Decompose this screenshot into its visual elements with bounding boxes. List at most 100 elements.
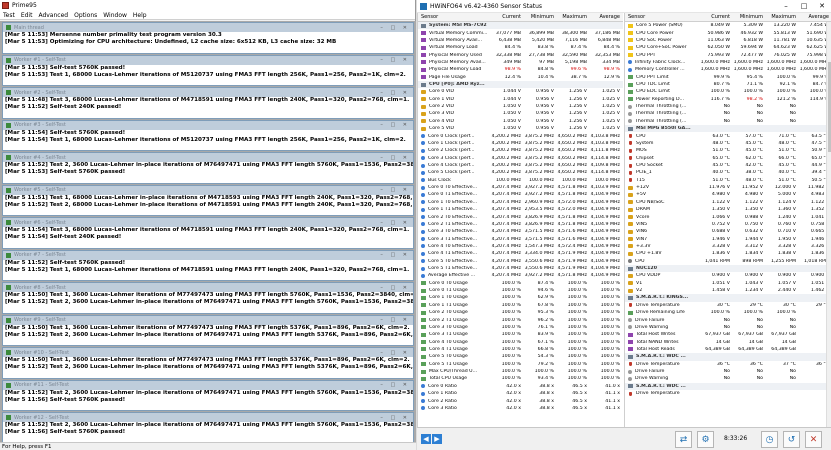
sensor-row[interactable]: Core 4 T1 Usage 100.0 % 66.8 % 100.0 % 100.0… xyxy=(418,346,623,353)
sensor-row[interactable]: Core 1 T1 Usage 100.0 % 67.8 % 100.0 % 100.0… xyxy=(418,302,623,309)
column-header-minimum[interactable]: Minimum xyxy=(732,14,765,20)
sensor-row[interactable]: Core 5 Power (SMU) 8.049 W 5.309 W 13.220 W… xyxy=(625,22,831,29)
sensor-row[interactable]: Core 3 T1 Usage 100.0 % 83.9 % 100.0 % 100.0… xyxy=(418,331,623,338)
sensor-row[interactable]: Core 1 T1 Effective... 4,207.4 MHz 2,953.5… xyxy=(418,206,623,213)
sensor-row[interactable]: Total CPU Usage 100.0 % 93.4 % 100.0 % 100.0… xyxy=(418,375,623,382)
sensor-row[interactable]: Core 2 T0 Usage 100.0 % 95.3 % 100.0 % 100.0… xyxy=(418,309,623,316)
sensor-group[interactable]: NUC120 xyxy=(625,264,831,273)
column-header-maximum[interactable]: Maximum xyxy=(556,14,589,20)
sensor-group[interactable]: S.M.A.R.T.: WDC ... xyxy=(625,353,831,361)
sensor-row[interactable]: CPU Core+SoC Power 62.050 W 59.694 W 64.623… xyxy=(625,44,831,51)
sensor-row[interactable]: Core 2 T1 Effective... 4,207.4 MHz 3,826.9… xyxy=(418,221,623,228)
worker-window[interactable]: Worker #3 - Self-Test – □ ✕ [Mar 5 11:54] … xyxy=(2,119,414,151)
sensor-row[interactable]: +12V 11.976 V 11.952 V 12.000 V 11.982 V xyxy=(625,184,831,191)
worker-window-controls[interactable]: – □ ✕ xyxy=(380,252,413,258)
sensor-row[interactable]: Core 0 T0 Usage 100.0 % 87.4 % 100.0 % 100.0… xyxy=(418,280,623,287)
worker-titlebar[interactable]: Worker #5 - Self-Test – □ ✕ xyxy=(3,185,413,195)
worker-titlebar[interactable]: Worker #8 - Self-Test – □ ✕ xyxy=(3,283,413,292)
sensor-row[interactable]: Average Effective ... 4,207.4 MHz 3,927.2 … xyxy=(418,272,623,279)
sensor-row[interactable]: Core 3 VID 1.050 V 0.956 V 1.256 V 1.025 V xyxy=(418,110,623,117)
column-header-maximum[interactable]: Maximum xyxy=(765,14,798,20)
sensor-row[interactable]: Max CPU/Thread U... 100.0 % 100.0 % 100.0 %… xyxy=(418,368,623,375)
sensor-row[interactable]: Drive Warning No No No xyxy=(625,375,831,382)
settings-network-icon[interactable]: ⚙ xyxy=(697,431,714,448)
prime95-titlebar[interactable]: Prime95 xyxy=(0,0,415,11)
worker-window[interactable]: Worker #11 - Self-Test – □ ✕ [Mar 5 11:52]… xyxy=(2,379,414,411)
timer-icon[interactable]: ◷ xyxy=(761,431,778,448)
worker-titlebar[interactable]: Worker #4 - Self-Test – □ ✕ xyxy=(3,153,413,162)
sensor-row[interactable]: +5V 4.980 V 4.980 V 5.000 V 4.983 V xyxy=(625,191,831,198)
sensor-row[interactable]: Core 4 T1 Effective... 4,207.4 MHz 3,334.0… xyxy=(418,250,623,257)
sensor-row[interactable]: V1 1.051 V 1.043 V 1.057 V 1.051 V xyxy=(625,280,831,287)
sensor-row[interactable]: Vcore 1.066 V 0.988 V 1.240 V 1.041 V xyxy=(625,213,831,220)
sensor-group[interactable]: System: MSI MS-7C92 xyxy=(418,22,623,30)
close-button[interactable]: ✕ xyxy=(813,2,831,10)
maximize-button[interactable]: □ xyxy=(795,2,813,10)
worker-window-controls[interactable]: – □ ✕ xyxy=(380,90,413,96)
worker-window-controls[interactable]: – □ ✕ xyxy=(380,187,413,193)
menu-item-window[interactable]: Window xyxy=(103,12,127,19)
worker-window-controls[interactable]: – □ ✕ xyxy=(380,350,413,356)
sensor-row[interactable]: Drive Failure No No No xyxy=(625,316,831,323)
sensor-row[interactable]: Total Host Writes 67,937 GB 67,937 GB 67,93… xyxy=(625,331,831,338)
worker-titlebar[interactable]: Worker #10 - Self-Test – □ ✕ xyxy=(3,348,413,357)
sensor-row[interactable]: Physical Memory Load 98.9 % 84.8 % 99.6 % 98… xyxy=(418,66,623,73)
worker-titlebar[interactable]: Worker #11 - Self-Test – □ ✕ xyxy=(3,380,413,390)
worker-window[interactable]: Worker #5 - Self-Test – □ ✕ [Mar 5 11:51] … xyxy=(2,184,414,216)
sensor-row[interactable]: Core 3 T0 Usage 100.0 % 76.1 % 100.0 % 100.0… xyxy=(418,324,623,331)
column-header-minimum[interactable]: Minimum xyxy=(523,14,556,20)
column-header-sensor[interactable]: Sensor xyxy=(418,14,490,20)
sensor-row[interactable]: Memory Controller ... 1,600.0 MHz 1,600.0 … xyxy=(625,66,831,73)
sensor-row[interactable]: CPU SoC Power 11.063 W 6.818 W 11.781 W 10.6… xyxy=(625,37,831,44)
sensor-group[interactable]: MSI MPG B550I GA... xyxy=(625,125,831,133)
sensor-row[interactable]: Core 0 VID 1.044 V 0.956 V 1.256 V 1.025 V xyxy=(418,88,623,95)
worker-titlebar[interactable]: Worker #1 - Self-Test – □ ✕ xyxy=(3,55,413,65)
sensor-row[interactable]: CPU PPT Limit 99.9 % 95.4 % 100.0 % 99.9 % xyxy=(625,74,831,81)
sensor-row[interactable]: Core 3 T0 Effective... 4,207.4 MHz 3,571.5… xyxy=(418,228,623,235)
sensor-row[interactable]: Thermal Throttling (... No No No xyxy=(625,118,831,125)
worker-window[interactable]: Worker #7 - Self-Test – □ ✕ [Mar 5 11:52] … xyxy=(2,249,414,281)
sensor-row[interactable]: Core 2 T0 Effective... 4,207.4 MHz 3,826.9… xyxy=(418,213,623,220)
worker-window[interactable]: Worker #6 - Self-Test – □ ✕ [Mar 5 11:54] … xyxy=(2,217,414,249)
sensor-row[interactable]: Drive Temperature xyxy=(625,390,831,397)
sensor-row[interactable]: Chipset 65.0 °C 62.0 °C 66.0 °C 65.0 °C xyxy=(625,154,831,161)
sensor-row[interactable]: Core 0 T1 Effective... 4,207.4 MHz 3,927.2… xyxy=(418,191,623,198)
sensor-row[interactable]: Core 2 T1 Usage 100.0 % 96.2 % 100.0 % 100.0… xyxy=(418,316,623,323)
column-header-average[interactable]: Average xyxy=(798,14,831,20)
sensor-row[interactable]: Virtual Memory Load 84.4 % 83.8 % 87.4 % 84.… xyxy=(418,44,623,51)
sensor-row[interactable]: CPU VDDP 0.900 V 0.900 V 0.900 V 0.900 V xyxy=(625,272,831,279)
sensor-row[interactable]: Core 5 T1 Usage 100.0 % 79.2 % 100.0 % 100.0… xyxy=(418,361,623,368)
sensor-row[interactable]: Core 5 T0 Usage 100.0 % 54.3 % 100.0 % 100.0… xyxy=(418,353,623,360)
sensor-row[interactable]: Core 3 T1 Effective... 4,207.4 MHz 3,571.5… xyxy=(418,235,623,242)
worker-window[interactable]: Worker #9 - Self-Test – □ ✕ [Mar 5 11:50] … xyxy=(2,314,414,346)
sensor-row[interactable]: Core 5 Clock (perf... 4,200.2 MHz 3,875.2 … xyxy=(418,169,623,176)
sensor-row[interactable]: Core 3 Clock (perf... 4,200.2 MHz 3,875.2 … xyxy=(418,154,623,161)
worker-window-controls[interactable]: – □ ✕ xyxy=(380,382,413,388)
worker-window-controls[interactable]: – □ ✕ xyxy=(380,285,413,291)
column-header-sensor[interactable]: Sensor xyxy=(625,14,699,20)
worker-titlebar[interactable]: Worker #3 - Self-Test – □ ✕ xyxy=(3,120,413,130)
sensor-row[interactable]: Core 2 Clock (perf... 4,200.2 MHz 3,875.2 … xyxy=(418,147,623,154)
worker-window[interactable]: Worker #10 - Self-Test – □ ✕ [Mar 5 11:50]… xyxy=(2,347,414,379)
sensor-row[interactable]: Core 5 T1 Effective... 4,207.4 MHz 3,550.6… xyxy=(418,265,623,272)
worker-window[interactable]: Main thread – □ ✕ [Mar 5 11:53] Mersenne n… xyxy=(2,22,414,54)
sensor-row[interactable]: Core 4 Clock (perf... 4,200.2 MHz 3,875.2 … xyxy=(418,162,623,169)
sensor-group[interactable]: CPU [#0]: AMD Ryz... xyxy=(418,80,623,89)
sensor-row[interactable]: Physical Memory Used 32,338 MB 27,738 MB 32… xyxy=(418,51,623,58)
sensor-row[interactable]: CPU 63.0 °C 57.0 °C 71.0 °C 63.5 °C xyxy=(625,132,831,139)
sensor-row[interactable]: MOS 51.0 °C 45.0 °C 51.0 °C 50.9 °C xyxy=(625,147,831,154)
sensor-row[interactable]: Core 1 T0 Effective... 4,207.4 MHz 2,960.9… xyxy=(418,199,623,206)
sensor-row[interactable]: Virtual Memory Avail... 6,438 MB 5,420 MB 7… xyxy=(418,37,623,44)
sensor-row[interactable]: CPU TDC Limit 80.7 % 71.1 % 92.1 % 84.7 % xyxy=(625,81,831,88)
menu-item-options[interactable]: Options xyxy=(74,12,97,19)
sensor-row[interactable]: Core 5 VID 1.050 V 0.956 V 1.256 V 1.025 V xyxy=(418,125,623,132)
sensor-row[interactable]: VIN6 0.688 V 0.632 V 0.710 V 0.665 V xyxy=(625,228,831,235)
sensor-row[interactable]: +3.3V 3.328 V 3.312 V 3.328 V 3.326 V xyxy=(625,243,831,250)
sensor-row[interactable]: Infinity Fabric Clock... 1,600.0 MHz 1,600… xyxy=(625,59,831,66)
worker-window-controls[interactable]: – □ ✕ xyxy=(380,122,413,128)
sensor-row[interactable]: Core 4 VID 1.050 V 0.956 V 1.256 V 1.025 V xyxy=(418,118,623,125)
sensor-row[interactable]: Core 4 T0 Effective... 4,207.4 MHz 1,547.3… xyxy=(418,243,623,250)
sensor-row[interactable]: Core 5 T0 Effective... 4,207.4 MHz 3,550.6… xyxy=(418,258,623,265)
worker-window[interactable]: Worker #4 - Self-Test – □ ✕ [Mar 5 11:52] … xyxy=(2,152,414,184)
sensor-row[interactable]: CPU 1,041 RPM 898 RPM 1,255 RPM 1,018 RPM xyxy=(625,258,831,265)
